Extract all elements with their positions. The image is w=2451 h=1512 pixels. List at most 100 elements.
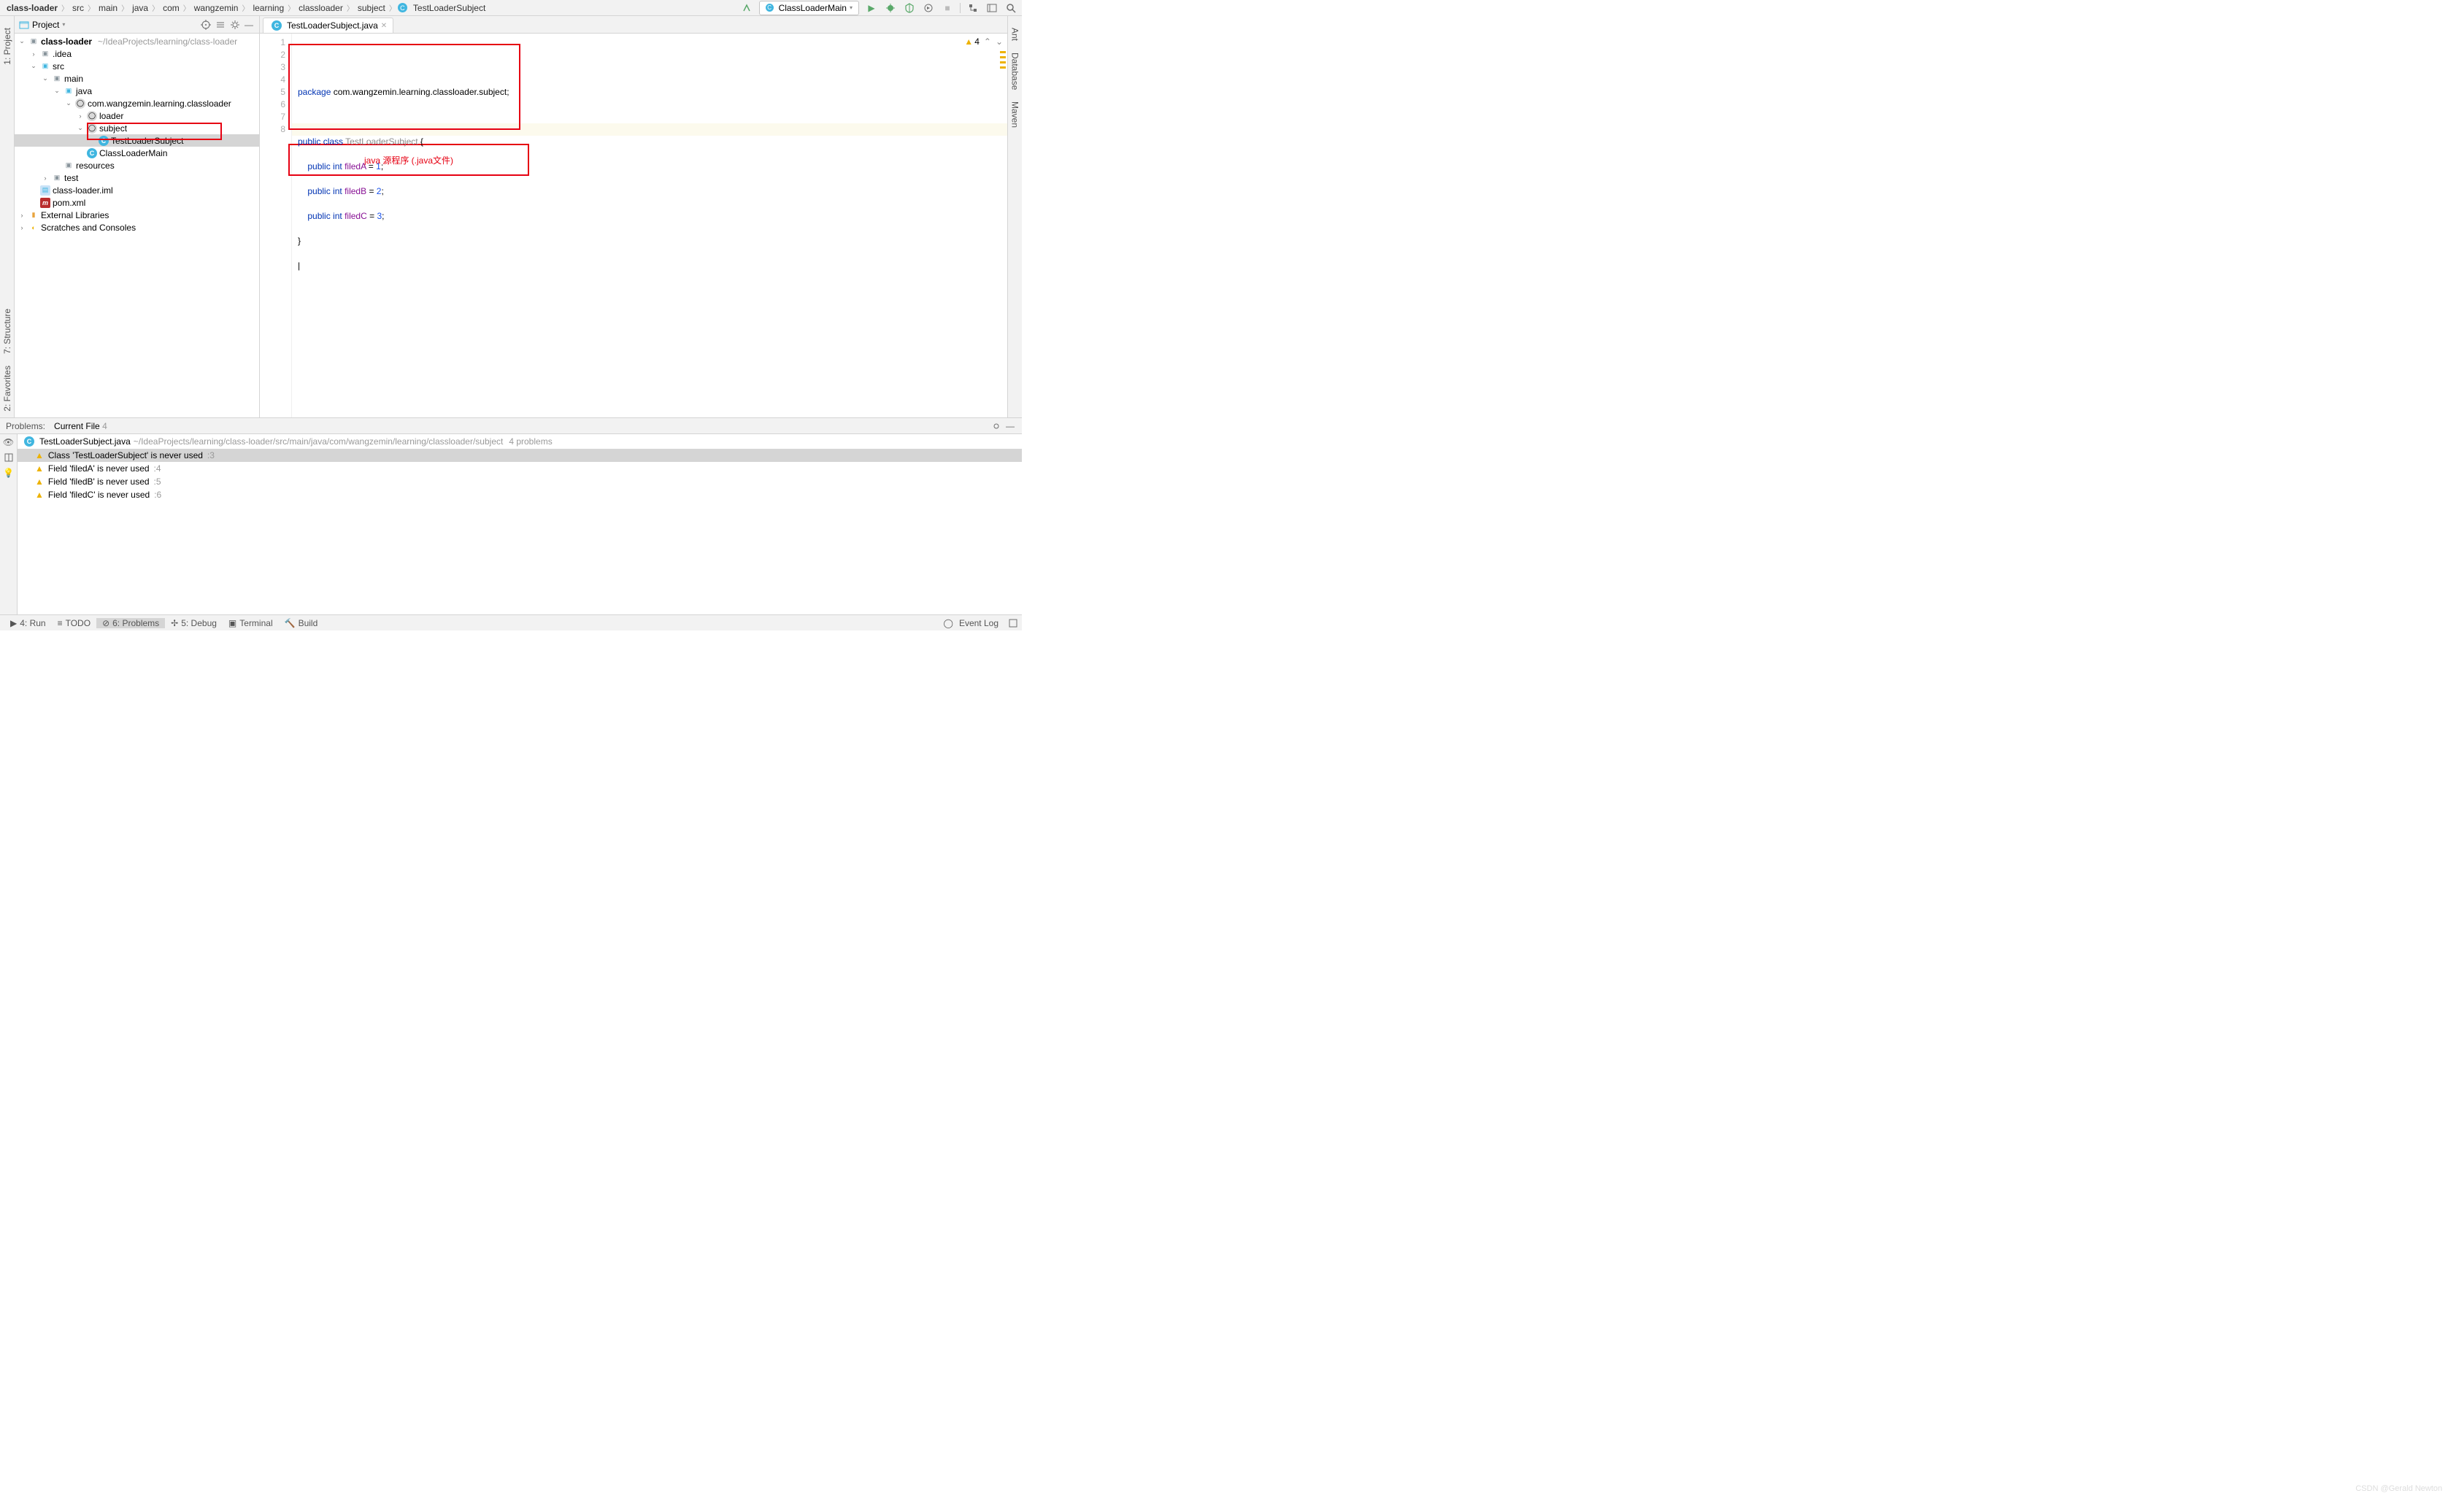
warning-icon: ▲ [35,450,44,460]
crumb[interactable]: wangzemin [192,3,241,13]
debug-icon[interactable] [884,1,897,15]
problems-file-header[interactable]: C TestLoaderSubject.java ~/IdeaProjects/… [18,434,1022,449]
btab-debug[interactable]: ✢ 5: Debug [165,618,223,628]
expand-icon[interactable] [215,20,226,30]
tab-structure[interactable]: 7: Structure [1,303,14,360]
tree-package[interactable]: ⌄◯com.wangzemin.learning.classloader [15,97,259,109]
layout-icon[interactable] [985,1,999,15]
tree-subject[interactable]: ⌄◯subject [15,122,259,134]
stop-icon[interactable]: ■ [941,1,954,15]
tree-resources[interactable]: ▣resources [15,159,259,171]
tab-project[interactable]: 1: Project [1,22,14,71]
crumb-root[interactable]: class-loader [4,3,60,13]
project-tree[interactable]: ⌄▣class-loader~/IdeaProjects/learning/cl… [15,34,259,417]
git-icon[interactable] [966,1,980,15]
watermark: CSDN @Gerald Newton [2355,1484,2442,1493]
event-log[interactable]: ◯ Event Log [938,618,1004,628]
class-icon: C [24,436,34,447]
layout-icon[interactable] [1009,619,1017,628]
sidebar-title[interactable]: Project ▾ [19,20,201,30]
tree-loader[interactable]: ›◯loader [15,109,259,122]
chevron-right-icon: 〉 [61,2,69,13]
tree-iml[interactable]: ▤class-loader.iml [15,184,259,196]
chevron-right-icon: 〉 [389,2,396,13]
crumb-file[interactable]: TestLoaderSubject [411,3,488,13]
problems-list[interactable]: C TestLoaderSubject.java ~/IdeaProjects/… [18,434,1022,614]
btab-problems[interactable]: ⊘ 6: Problems [96,618,165,628]
locate-icon[interactable] [201,20,211,30]
close-icon[interactable]: ✕ [381,22,387,30]
run-config-selector[interactable]: C ClassLoaderMain ▾ [759,1,859,15]
run-anything-icon[interactable] [922,1,935,15]
tree-src[interactable]: ⌄▣src [15,60,259,72]
layout-icon[interactable] [4,453,13,462]
tree-idea[interactable]: ›▣.idea [15,47,259,60]
chevron-right-icon: 〉 [88,2,95,13]
run-icon[interactable]: ▶ [865,1,878,15]
tree-root[interactable]: ⌄▣class-loader~/IdeaProjects/learning/cl… [15,35,259,47]
error-stripe[interactable] [999,48,1007,69]
class-icon: C [766,4,774,12]
tab-database[interactable]: Database [1009,47,1022,96]
bulb-icon[interactable]: 💡 [3,468,14,478]
build-icon[interactable] [740,1,753,15]
separator [960,3,961,13]
problem-item[interactable]: ▲Class 'TestLoaderSubject' is never used… [18,449,1022,462]
chevron-right-icon: 〉 [121,2,128,13]
warning-icon: ▲ [35,490,44,500]
problems-gutter: 👁 💡 [0,434,18,614]
crumb[interactable]: subject [355,3,388,13]
crumb[interactable]: learning [250,3,286,13]
tree-pom[interactable]: mpom.xml [15,196,259,209]
btab-build[interactable]: 🔨 Build [279,618,324,628]
btab-terminal[interactable]: ▣ Terminal [223,618,279,628]
main-area: 1: Project 7: Structure 2: Favorites Pro… [0,16,1022,417]
tree-test[interactable]: ›▣test [15,171,259,184]
prev-icon[interactable]: ⌃ [984,36,991,47]
hide-icon[interactable]: — [1006,421,1016,431]
editor-area: C TestLoaderSubject.java ✕ 12345678 pack… [260,16,1007,417]
problems-header: Problems: Current File 4 — [0,418,1022,434]
problems-tab-all[interactable]: Problems: [6,421,45,431]
btab-todo[interactable]: ≡ TODO [52,618,96,628]
tab-favorites[interactable]: 2: Favorites [1,360,14,417]
chevron-right-icon: 〉 [152,2,159,13]
problem-item[interactable]: ▲Field 'filedB' is never used:5 [18,475,1022,488]
gear-icon[interactable] [991,421,1001,431]
class-icon: C [398,3,407,12]
warning-count[interactable]: ▲4 [964,36,980,47]
chevron-right-icon: 〉 [347,2,354,13]
gear-icon[interactable] [230,20,240,30]
code-content[interactable]: package com.wangzemin.learning.classload… [292,34,1007,417]
search-icon[interactable] [1004,1,1017,15]
problems-tab-current[interactable]: Current File 4 [54,421,107,431]
code-editor[interactable]: 12345678 package com.wangzemin.learning.… [260,34,1007,417]
tree-testloader[interactable]: CTestLoaderSubject [15,134,259,147]
problem-item[interactable]: ▲Field 'filedC' is never used:6 [18,488,1022,501]
tree-java[interactable]: ⌄▣java [15,85,259,97]
breadcrumb: class-loader 〉 src 〉 main 〉 java 〉 com 〉… [4,2,740,13]
tab-file[interactable]: C TestLoaderSubject.java ✕ [263,18,393,33]
crumb[interactable]: com [161,3,182,13]
tab-maven[interactable]: Maven [1009,96,1022,134]
top-bar: class-loader 〉 src 〉 main 〉 java 〉 com 〉… [0,0,1022,16]
hide-icon[interactable]: — [245,20,255,30]
crumb[interactable]: main [96,3,120,13]
tab-ant[interactable]: Ant [1009,22,1022,47]
left-tool-gutter: 1: Project 7: Structure 2: Favorites [0,16,15,417]
crumb[interactable]: classloader [296,3,345,13]
preview-icon[interactable]: 👁 [3,437,14,447]
crumb[interactable]: src [70,3,86,13]
next-icon[interactable]: ⌄ [996,36,1003,47]
toolbar-right: C ClassLoaderMain ▾ ▶ ■ [740,1,1017,15]
btab-run[interactable]: ▶ 4: Run [4,618,52,628]
chevron-right-icon: 〉 [288,2,295,13]
tree-main[interactable]: ⌄▣main [15,72,259,85]
problem-item[interactable]: ▲Field 'filedA' is never used:4 [18,462,1022,475]
run-config-label: ClassLoaderMain [779,3,847,13]
coverage-icon[interactable] [903,1,916,15]
tree-extlib[interactable]: ›▮External Libraries [15,209,259,221]
tree-scratches[interactable]: ›◐Scratches and Consoles [15,221,259,234]
tree-classloadermain[interactable]: CClassLoaderMain [15,147,259,159]
crumb[interactable]: java [130,3,150,13]
